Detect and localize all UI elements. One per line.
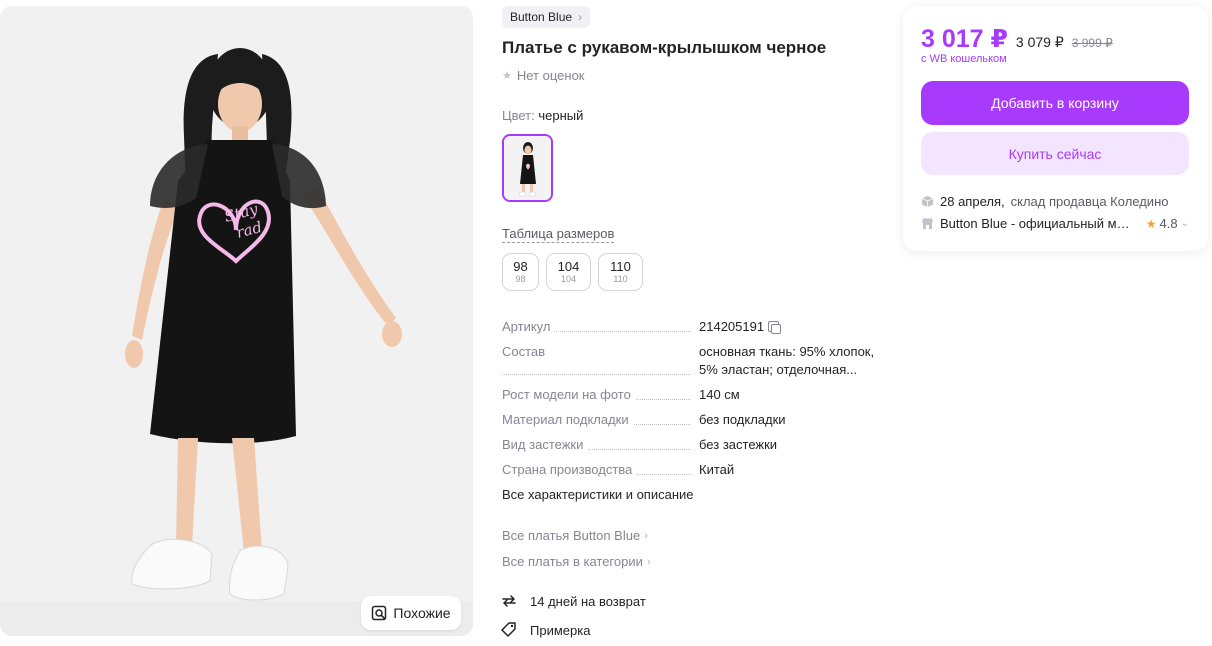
size-option-110[interactable]: 110 110 (598, 253, 643, 291)
rating-text: Нет оценок (516, 68, 585, 83)
all-characteristics-link[interactable]: Все характеристики и описание (502, 487, 694, 502)
spec-row-fastener: Вид застежки без застежки (502, 436, 882, 454)
spec-value: без застежки (699, 437, 778, 452)
color-swatch-black[interactable] (502, 134, 553, 202)
price-wallet: 3 017 ₽ (921, 25, 1008, 53)
product-title: Платье с рукавом-крылышком черное (502, 38, 827, 57)
product-photo[interactable]: Stay rad (0, 6, 473, 636)
size-sub: 110 (613, 274, 628, 284)
size-sub: 104 (560, 274, 577, 284)
price-row: 3 017 ₽ 3 079 ₽ 3 999 ₽ (921, 24, 1113, 54)
wallet-note[interactable]: с WB кошельком (921, 53, 1007, 65)
link-label: Все платья в категории (502, 554, 643, 569)
spec-key: Материал подкладки (502, 412, 633, 427)
chevron-right-icon: › (578, 10, 583, 24)
copy-icon[interactable] (768, 321, 782, 334)
spec-row-lining: Материал подкладки без подкладки (502, 411, 882, 429)
box-icon (921, 196, 934, 207)
spec-key: Страна производства (502, 462, 637, 477)
spec-key: Рост модели на фото (502, 387, 635, 402)
specs-table: Артикул 214205191 Состав основная ткань:… (502, 318, 882, 486)
tag-icon (501, 622, 516, 637)
product-gallery[interactable]: Stay rad Похожие (0, 6, 473, 636)
brand-name: Button Blue (510, 10, 573, 24)
product-rating[interactable]: ★ Нет оценок (502, 68, 584, 83)
spec-row-article: Артикул 214205191 (502, 318, 882, 336)
return-arrows-icon (502, 595, 516, 607)
spec-row-model-height: Рост модели на фото 140 см (502, 386, 882, 404)
similar-button[interactable]: Похожие (361, 596, 461, 630)
seller-rating-value: 4.8 (1159, 216, 1178, 231)
size-main: 110 (610, 259, 631, 274)
chevron-right-icon: › (646, 555, 651, 568)
feature-return: 14 дней на возврат (500, 592, 646, 610)
spec-value: основная ткань: 95% хлопок, 5% эластан; … (699, 344, 875, 377)
spec-value: 214205191 (699, 319, 765, 334)
delivery-source: склад продавца Коледино (1010, 194, 1169, 209)
spec-key: Артикул (502, 319, 555, 334)
link-label: Все платья Button Blue (502, 528, 641, 543)
feature-label: Примерка (530, 622, 591, 638)
delivery-info: 28 апреля, склад продавца Коледино (921, 194, 1168, 209)
size-main: 98 (513, 259, 528, 274)
size-selector: 98 98 104 104 110 110 (502, 253, 643, 291)
color-value: черный (538, 108, 584, 123)
seller-rating: ★ 4.8 ⌄ (1146, 216, 1189, 231)
price-old: 3 999 ₽ (1071, 36, 1113, 50)
color-row: Цвет: черный (502, 108, 583, 123)
spec-row-composition: Состав основная ткань: 95% хлопок, 5% эл… (502, 343, 882, 379)
size-option-104[interactable]: 104 104 (546, 253, 591, 291)
similar-label: Похожие (393, 605, 451, 621)
buy-card: 3 017 ₽ 3 079 ₽ 3 999 ₽ с WB кошельком Д… (903, 6, 1208, 251)
star-icon: ★ (1145, 216, 1157, 231)
brand-link[interactable]: Button Blue › (502, 6, 591, 28)
buy-now-button[interactable]: Купить сейчас (921, 132, 1189, 175)
spec-key: Вид застежки (502, 437, 588, 452)
spec-value: Китай (699, 462, 735, 477)
delivery-date: 28 апреля, (940, 194, 1005, 209)
spec-row-country: Страна производства Китай (502, 461, 882, 479)
spec-value: без подкладки (699, 412, 786, 427)
size-main: 104 (557, 259, 580, 274)
seller-info[interactable]: Button Blue - официальный магазин ★ 4.8 … (921, 216, 1189, 231)
spec-key: Состав (502, 344, 550, 359)
size-table-link[interactable]: Таблица размеров (502, 226, 615, 243)
swatch-thumbnail (504, 136, 551, 200)
chevron-right-icon: › (644, 529, 648, 542)
feature-fitting: Примерка (500, 621, 590, 639)
color-label: Цвет: (502, 108, 535, 123)
star-icon: ★ (502, 70, 512, 82)
chevron-down-icon[interactable]: ⌄ (1181, 218, 1189, 229)
feature-label: 14 дней на возврат (530, 593, 646, 609)
price-regular: 3 079 ₽ (1015, 34, 1064, 50)
similar-search-icon (372, 605, 387, 621)
size-sub: 98 (515, 274, 526, 284)
all-category-dresses-link[interactable]: Все платья в категории › (502, 554, 651, 569)
spec-value: 140 см (699, 387, 740, 402)
size-option-98[interactable]: 98 98 (502, 253, 539, 291)
store-icon (922, 218, 933, 229)
seller-name: Button Blue - официальный магазин (940, 216, 1132, 231)
add-to-cart-button[interactable]: Добавить в корзину (921, 81, 1189, 125)
all-brand-dresses-link[interactable]: Все платья Button Blue › (502, 528, 648, 543)
